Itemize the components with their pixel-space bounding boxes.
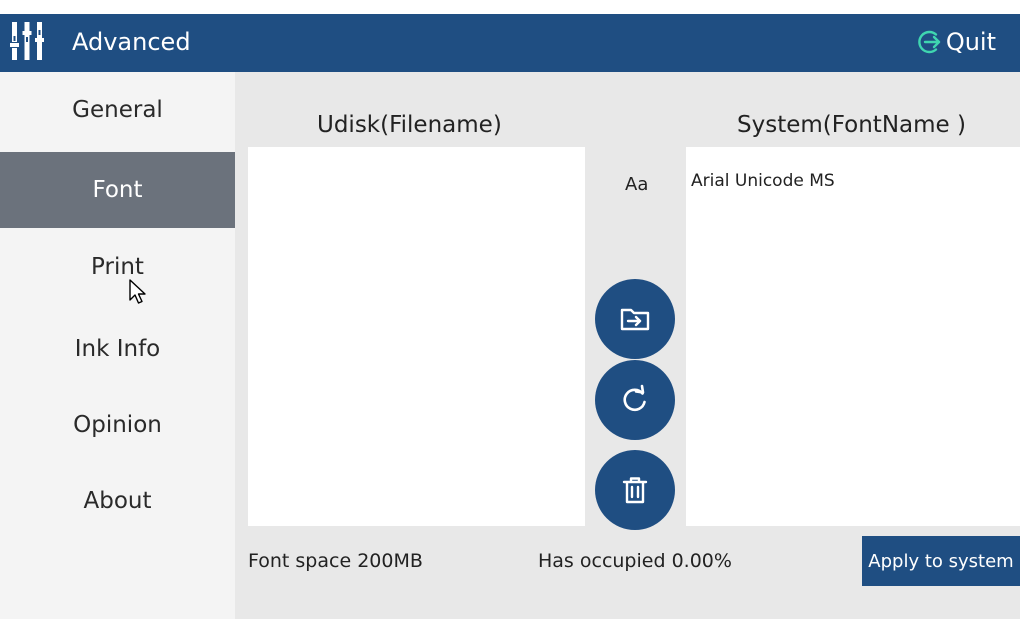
font-space-label: Font space 200MB <box>248 548 423 574</box>
sidebar-item-opinion[interactable]: Opinion <box>0 387 235 463</box>
apply-to-system-button[interactable]: Apply to system <box>862 536 1020 586</box>
list-item[interactable]: Arial Unicode MS <box>691 171 835 191</box>
quit-button[interactable]: Quit <box>916 26 996 58</box>
import-font-button[interactable] <box>595 279 675 359</box>
sidebar-item-general[interactable]: General <box>0 72 235 148</box>
page-title: Advanced <box>72 28 191 56</box>
folder-import-icon <box>620 308 650 331</box>
system-column-title: System(FontName ) <box>737 112 966 138</box>
sidebar-item-about[interactable]: About <box>0 463 235 539</box>
occupied-label: Has occupied 0.00% <box>538 548 732 574</box>
delete-button[interactable] <box>595 450 675 530</box>
system-font-list[interactable]: Arial Unicode MS <box>686 147 1020 526</box>
refresh-button[interactable] <box>595 360 675 440</box>
exit-arrow-icon <box>918 30 941 54</box>
font-space-value: 200MB <box>357 550 423 572</box>
font-panel: Udisk(Filename) System(FontName ) Arial … <box>235 72 1020 619</box>
mouse-cursor-icon <box>129 279 146 304</box>
app-window: Advanced Quit General Font Print Ink Inf… <box>0 14 1020 619</box>
refresh-icon <box>623 384 646 412</box>
equalizer-sliders-icon <box>10 22 44 60</box>
occupied-value: 0.00% <box>671 550 732 572</box>
occupied-caption: Has occupied <box>538 550 666 572</box>
udisk-file-list[interactable] <box>248 147 585 526</box>
header-bar: Advanced Quit <box>0 14 1020 72</box>
quit-label: Quit <box>945 28 996 56</box>
udisk-column-title: Udisk(Filename) <box>317 112 502 138</box>
sidebar: General Font Print Ink Info Opinion Abou… <box>0 72 235 619</box>
font-preview-label: Aa <box>625 174 649 195</box>
trash-icon <box>622 477 648 504</box>
sidebar-item-ink-info[interactable]: Ink Info <box>0 311 235 387</box>
sidebar-item-print[interactable]: Print <box>0 229 235 305</box>
font-space-caption: Font space <box>248 550 352 572</box>
sidebar-item-font[interactable]: Font <box>0 152 235 228</box>
